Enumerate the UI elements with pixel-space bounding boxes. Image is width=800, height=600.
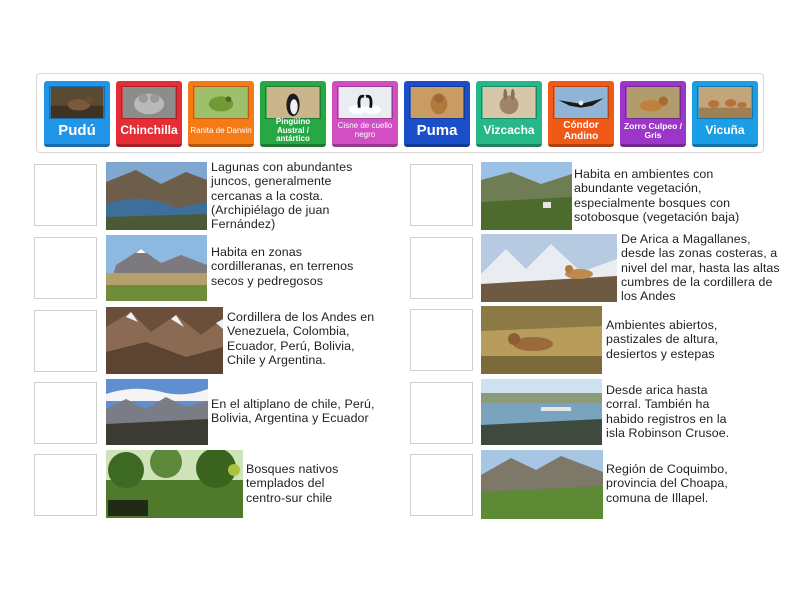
drop-slot[interactable]: [410, 164, 473, 226]
clue-text: Habita en ambientes con abundante vegeta…: [574, 167, 740, 224]
tile-pinguino[interactable]: Pingüino Austral / antártico: [260, 81, 326, 147]
andean-plateau-photo: [106, 235, 207, 301]
tile-label: Zorro Culpeo / Gris: [623, 120, 683, 140]
forest-valley-photo: [481, 162, 572, 230]
condor-thumbnail: [553, 86, 609, 119]
tile-zorro[interactable]: Zorro Culpeo / Gris: [620, 81, 686, 147]
penguin-thumbnail: [265, 86, 321, 119]
clue-text: Habita en zonas cordilleranas, en terren…: [211, 245, 354, 288]
answer-tile-bank: Pudú Chinchilla Ranita de Darwin Pingüin…: [36, 73, 764, 153]
tile-ranita-darwin[interactable]: Ranita de Darwin: [188, 81, 254, 147]
fox-thumbnail: [625, 86, 681, 119]
tile-label: Pudú: [58, 121, 96, 139]
tile-label: Cisne de cuello negro: [337, 121, 393, 139]
drop-slot[interactable]: [34, 382, 97, 444]
coastal-harbor-photo: [481, 379, 602, 445]
tile-label: Vizcacha: [483, 123, 535, 138]
vizcacha-thumbnail: [481, 86, 537, 119]
chinchilla-thumbnail: [121, 86, 177, 119]
puma-thumbnail: [409, 86, 465, 119]
clue-text: Ambientes abiertos, pastizales de altura…: [606, 318, 719, 361]
puma-mountain-photo: [481, 234, 617, 302]
tile-label: Puma: [416, 121, 458, 139]
coquimbo-valley-photo: [481, 450, 603, 519]
andes-mountains-photo: [106, 307, 223, 374]
drop-slot[interactable]: [410, 454, 473, 516]
pudu-thumbnail: [49, 86, 105, 119]
drop-slot[interactable]: [410, 382, 473, 444]
altiplano-photo: [106, 379, 208, 445]
native-forest-photo: [106, 450, 243, 518]
tile-puma[interactable]: Puma: [404, 81, 470, 147]
clue-text: De Arica a Magallanes, desde las zonas c…: [621, 232, 780, 304]
grassland-fox-photo: [481, 306, 602, 374]
drop-slot[interactable]: [34, 164, 97, 226]
tile-label: Ranita de Darwin: [190, 125, 252, 135]
tile-vizcacha[interactable]: Vizcacha: [476, 81, 542, 147]
swan-thumbnail: [337, 86, 393, 119]
clue-text: Cordillera de los Andes en Venezuela, Co…: [227, 310, 375, 367]
drop-slot[interactable]: [410, 237, 473, 299]
drop-slot[interactable]: [34, 310, 97, 372]
tile-label: Pingüino Austral / antártico: [275, 116, 311, 144]
frog-thumbnail: [193, 86, 249, 119]
tile-label: Cóndor Andino: [563, 120, 599, 142]
clue-text: Desde arica hasta corral. También ha hab…: [606, 383, 730, 440]
clue-text: Región de Coquimbo, provincia del Choapa…: [606, 462, 728, 505]
drop-slot[interactable]: [34, 454, 97, 516]
clue-text: En el altiplano de chile, Perú, Bolivia,…: [211, 397, 375, 426]
tile-label: Chinchilla: [120, 123, 178, 138]
lagoon-island-photo: [106, 162, 207, 230]
tile-cisne[interactable]: Cisne de cuello negro: [332, 81, 398, 147]
drop-slot[interactable]: [410, 309, 473, 371]
tile-vicuna[interactable]: Vicuña: [692, 81, 758, 147]
drop-slot[interactable]: [34, 237, 97, 299]
tile-condor[interactable]: Cóndor Andino: [548, 81, 614, 147]
tile-pudu[interactable]: Pudú: [44, 81, 110, 147]
tile-label: Vicuña: [705, 123, 745, 138]
tile-chinchilla[interactable]: Chinchilla: [116, 81, 182, 147]
vicuna-thumbnail: [697, 86, 753, 119]
clue-text: Bosques nativos templados del centro-sur…: [246, 462, 339, 505]
clue-text: Lagunas con abundantes juncos, generalme…: [211, 160, 353, 232]
